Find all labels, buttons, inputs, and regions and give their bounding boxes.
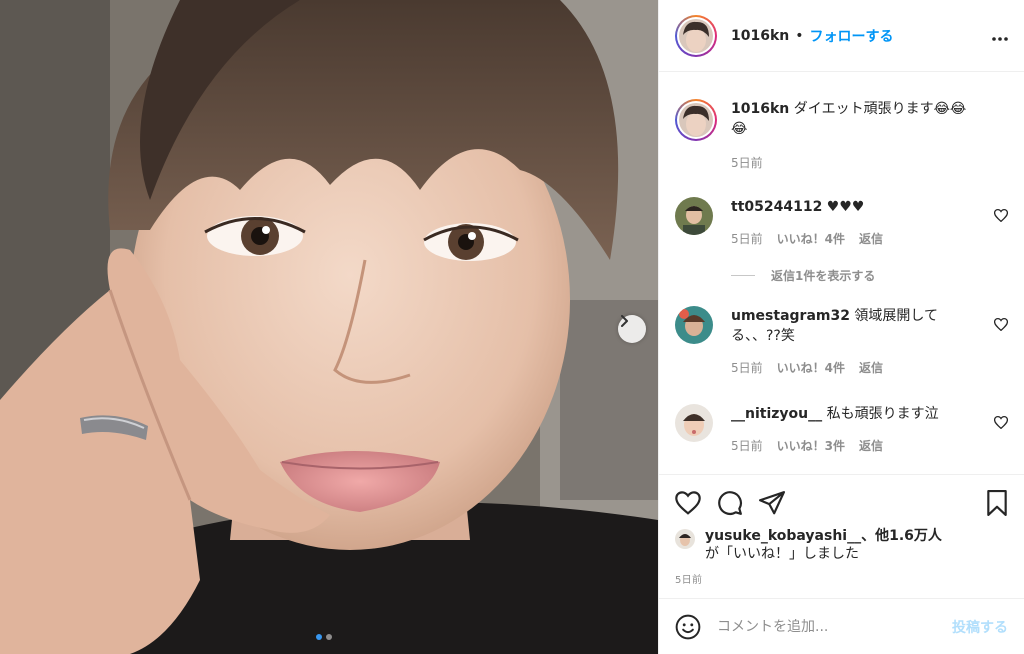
comment-like-count[interactable]: いいね！4件 — [777, 229, 845, 249]
carousel-indicator — [316, 634, 332, 640]
post-modal: 1016kn • フォローする 1016kn ダイエット頑張ります😂😂😂 5日前… — [0, 0, 1024, 654]
caption-time[interactable]: 5日前 — [731, 153, 763, 173]
liked-by-avatar-image — [675, 529, 695, 549]
comments-list[interactable]: 1016kn ダイエット頑張ります😂😂😂 5日前 tt05244112 ♥♥♥ … — [659, 73, 1024, 473]
liked-by-suffix: が「いいね！」しました — [705, 546, 859, 562]
comment-time[interactable]: 5日前 — [731, 436, 763, 456]
reply-button[interactable]: 返信 — [859, 436, 883, 456]
post-photo[interactable] — [0, 0, 658, 654]
comment-item: __nitizyou__ 私も頑張ります泣 5日前 いいね！3件 返信 — [675, 404, 1008, 456]
add-comment-bar: 投稿する — [659, 598, 1024, 654]
selfie-image — [0, 0, 658, 654]
comment-avatar[interactable] — [675, 197, 713, 235]
more-horizontal-icon — [992, 37, 1008, 41]
comment-text: ♥♥♥ — [826, 199, 865, 215]
post-timestamp[interactable]: 5日前 — [675, 571, 1008, 586]
comment-avatar[interactable] — [675, 306, 713, 344]
bookmark-icon[interactable] — [986, 490, 1008, 516]
view-replies-label: 返信1件を表示する — [771, 269, 876, 283]
author-username[interactable]: 1016kn — [731, 28, 789, 44]
comment-avatar-image — [675, 306, 713, 344]
comment-bubble-icon[interactable] — [717, 490, 743, 516]
comment-like-heart-icon[interactable] — [994, 209, 1008, 222]
comment-username[interactable]: umestagram32 — [731, 308, 850, 324]
share-paper-plane-icon[interactable] — [759, 491, 785, 515]
caption: 1016kn ダイエット頑張ります😂😂😂 5日前 — [675, 99, 1008, 173]
emoji-icon[interactable] — [675, 614, 701, 640]
caption-avatar[interactable] — [675, 99, 717, 141]
reply-button[interactable]: 返信 — [859, 229, 883, 249]
comment-avatar[interactable] — [675, 404, 713, 442]
comment-item: tt05244112 ♥♥♥ 5日前 いいね！4件 返信 — [675, 197, 1008, 249]
like-heart-icon[interactable] — [675, 491, 701, 515]
comment-time[interactable]: 5日前 — [731, 358, 763, 378]
comment-avatar-image — [675, 197, 713, 235]
comment-like-heart-icon[interactable] — [994, 416, 1008, 429]
carousel-dot — [326, 634, 332, 640]
author-avatar-image — [679, 18, 713, 53]
chevron-right-icon — [621, 315, 628, 327]
post-comment-button[interactable]: 投稿する — [952, 617, 1008, 637]
next-image-button[interactable] — [618, 315, 646, 343]
comment-username[interactable]: __nitizyou__ — [731, 406, 822, 422]
comment-item: umestagram32 領域展開してる、、??笑 5日前 いいね！4件 返信 — [675, 306, 1008, 378]
replies-divider — [731, 275, 755, 276]
post-header: 1016kn • フォローする — [659, 0, 1024, 72]
caption-avatar-image — [679, 103, 713, 137]
separator: • — [795, 27, 804, 44]
view-replies-button[interactable]: 返信1件を表示する — [731, 267, 1008, 284]
comment-time[interactable]: 5日前 — [731, 229, 763, 249]
comment-like-count[interactable]: いいね！3件 — [777, 436, 845, 456]
liked-by-username[interactable]: yusuke_kobayashi__ — [705, 528, 861, 544]
post-actions: yusuke_kobayashi__、他1.6万人 が「いいね！」しました 5日… — [659, 474, 1024, 586]
comment-like-heart-icon[interactable] — [994, 318, 1008, 331]
liked-by-avatar[interactable] — [675, 529, 695, 549]
liked-by-others[interactable]: 、他1.6万人 — [861, 528, 942, 544]
carousel-dot-active — [316, 634, 322, 640]
caption-username[interactable]: 1016kn — [731, 101, 789, 117]
comment-username[interactable]: tt05244112 — [731, 199, 822, 215]
comment-text: 私も頑張ります泣 — [826, 406, 939, 422]
comment-input[interactable] — [717, 618, 952, 635]
reply-button[interactable]: 返信 — [859, 358, 883, 378]
post-sidebar: 1016kn • フォローする 1016kn ダイエット頑張ります😂😂😂 5日前… — [658, 0, 1024, 654]
comment-avatar-image — [675, 404, 713, 442]
more-options-button[interactable] — [992, 26, 1008, 45]
follow-button[interactable]: フォローする — [810, 26, 894, 46]
comment-like-count[interactable]: いいね！4件 — [777, 358, 845, 378]
author-avatar[interactable] — [675, 14, 717, 57]
liked-by: yusuke_kobayashi__、他1.6万人 が「いいね！」しました — [675, 527, 1008, 563]
